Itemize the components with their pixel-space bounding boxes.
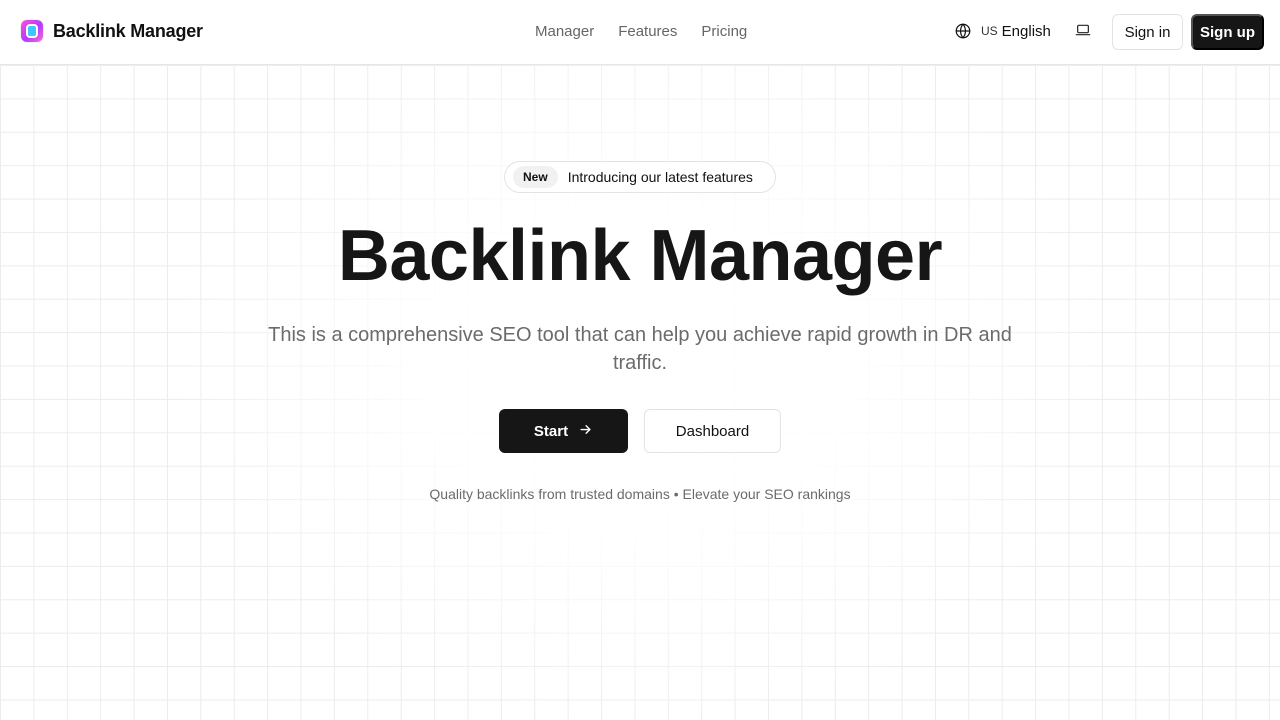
language-label: English [1001,22,1051,40]
nav-features[interactable]: Features [618,23,677,41]
sign-in-button[interactable]: Sign in [1112,14,1183,50]
dashboard-button[interactable]: Dashboard [644,409,781,453]
theme-toggle-button[interactable] [1073,22,1093,42]
laptop-icon [1075,22,1091,43]
hero-section: New Introducing our latest features Back… [0,0,1280,720]
nav-manager[interactable]: Manager [535,23,594,41]
site-header: Backlink Manager Manager Features Pricin… [0,0,1280,65]
language-switcher[interactable]: US English [954,22,1051,40]
brand-logo-link[interactable]: Backlink Manager [21,20,203,42]
main-nav: Manager Features Pricing [535,23,747,41]
hero-tagline: Quality backlinks from trusted domains •… [429,486,851,502]
hero-subtitle: This is a comprehensive SEO tool that ca… [268,324,1012,374]
hero-title: Backlink Manager [337,216,943,296]
nav-pricing[interactable]: Pricing [701,23,747,41]
sign-up-button[interactable]: Sign up [1191,14,1264,50]
start-button-label: Start [533,422,569,440]
arrow-right-icon [578,422,593,441]
language-code: US [981,24,998,38]
new-badge: New [513,166,558,188]
brand-name: Backlink Manager [53,20,203,41]
announcement-text: Introducing our latest features [567,169,753,185]
start-button[interactable]: Start [499,409,628,453]
backlink-manager-logo-icon [21,20,43,42]
globe-icon [954,22,972,40]
announcement-pill[interactable]: New Introducing our latest features [504,161,776,193]
